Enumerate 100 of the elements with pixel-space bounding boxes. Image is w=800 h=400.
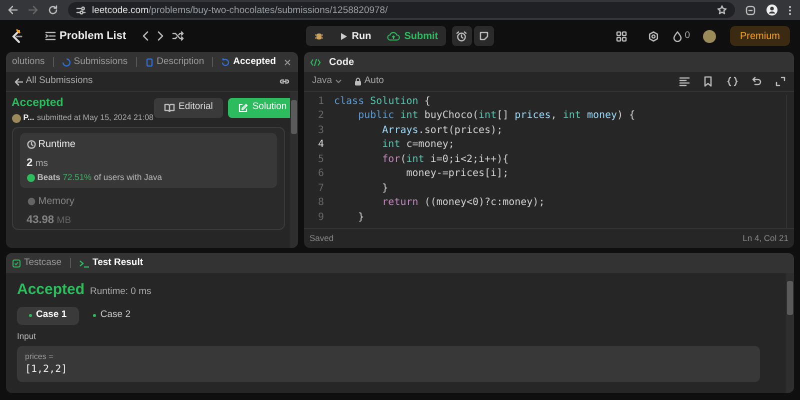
code-line: return ((money<0)?c:money); — [381, 196, 545, 210]
submission-status: Accepted — [12, 96, 64, 111]
edit-icon — [238, 102, 248, 112]
editorial-button[interactable]: Editorial — [154, 98, 223, 118]
all-submissions-link[interactable]: All Submissions — [14, 74, 93, 89]
panel-tab[interactable]: Testcase — [12, 256, 62, 270]
case-tab[interactable]: Case 1 — [17, 306, 79, 324]
parameter-value: [1,2,2] — [25, 362, 68, 376]
code-line: money-=prices[i]; — [405, 167, 509, 182]
expand-icon[interactable] — [775, 76, 786, 87]
close-icon[interactable] — [284, 58, 291, 66]
settings-icon[interactable] — [648, 30, 660, 42]
result-runtime: Runtime: 0 ms — [90, 284, 152, 298]
terminal-icon — [78, 258, 90, 268]
user-avatar — [12, 114, 20, 122]
scrollbar[interactable] — [786, 273, 794, 393]
run-button[interactable]: Run — [332, 26, 380, 46]
braces-icon[interactable] — [727, 76, 738, 87]
code-line: } — [381, 182, 388, 196]
back-icon[interactable] — [8, 5, 18, 15]
play-icon — [340, 32, 348, 40]
scrollbar[interactable] — [290, 92, 298, 248]
url-text: leetcode.com/problems/buy-two-chocolates/submissions/1258820978/ — [92, 4, 388, 18]
memory-unit: MB — [56, 214, 72, 228]
code-line: for(int i=0;i<2;i++){ — [381, 152, 509, 167]
submission-time: submitted at May 15, 2024 21:08 — [36, 112, 154, 124]
beats-text: Beats 72.51% of users with Java — [37, 171, 162, 184]
case-tab[interactable]: Case 2 — [81, 306, 142, 324]
panel-tab[interactable]: Accepted — [221, 54, 276, 70]
panel-title: Code — [329, 56, 354, 70]
extension-icon[interactable] — [745, 4, 756, 16]
status-dot-icon — [29, 314, 32, 317]
format-icon[interactable] — [679, 76, 690, 87]
code-line: } — [357, 210, 364, 225]
site-settings-icon[interactable] — [76, 6, 86, 14]
alarm-clock-icon — [456, 30, 468, 42]
parameter-name: prices = — [25, 350, 54, 362]
panel-tab[interactable]: Test Result — [78, 256, 144, 270]
line-number: 8 — [316, 196, 325, 210]
line-number: 3 — [316, 124, 325, 138]
runtime-unit: ms — [35, 156, 48, 171]
code-line: public int buyChoco(int[] prices, int money) { — [357, 109, 636, 124]
line-number: 6 — [316, 167, 325, 182]
clock-icon — [26, 140, 36, 149]
avatar[interactable] — [703, 30, 716, 42]
panel-tab[interactable]: olutions — [12, 54, 45, 70]
link-icon[interactable] — [279, 77, 290, 86]
problem-list-button[interactable]: Problem List — [36, 26, 134, 46]
streak-count: 0 — [684, 28, 690, 43]
cloud-upload-icon — [387, 31, 400, 41]
arrow-left-icon — [14, 78, 23, 86]
document-icon — [144, 58, 154, 66]
undo-icon[interactable] — [751, 76, 762, 87]
cursor-position: Ln 4, Col 21 — [742, 232, 788, 245]
code-line: int c=money; — [381, 138, 454, 152]
submit-button[interactable]: Submit — [379, 26, 446, 46]
timer-button[interactable] — [452, 26, 472, 46]
drop-icon — [672, 30, 682, 42]
line-number: 1 — [316, 94, 325, 109]
profile-icon[interactable] — [766, 4, 778, 16]
grid-icon[interactable] — [616, 30, 627, 42]
beats-icon — [26, 174, 34, 182]
url-field[interactable]: leetcode.com/problems/buy-two-chocolates/submissions/1258820978/ — [68, 2, 735, 18]
chevron-right-icon[interactable] — [157, 31, 164, 41]
line-number: 7 — [316, 182, 325, 196]
status-dot-icon — [93, 314, 96, 317]
line-number: 9 — [316, 210, 325, 225]
panel-tab[interactable]: Description — [144, 54, 204, 70]
logo-icon[interactable] — [10, 28, 23, 44]
debug-button[interactable] — [306, 26, 332, 46]
memory-icon — [26, 197, 36, 206]
checkbox-icon — [12, 258, 21, 268]
memory-value: 43.98 — [26, 213, 54, 228]
mode-label: Auto — [364, 74, 384, 88]
input-label: Input — [17, 330, 37, 343]
panel-tab[interactable]: Submissions — [62, 54, 128, 70]
note-icon — [479, 31, 490, 41]
code-icon — [310, 58, 321, 66]
code-line: class Solution { — [334, 94, 430, 109]
history-icon — [221, 58, 230, 66]
shuffle-icon[interactable] — [172, 31, 184, 41]
chevron-left-icon[interactable] — [142, 31, 150, 41]
language-dropdown[interactable]: Java — [312, 74, 342, 89]
line-number: 5 — [316, 152, 325, 167]
more-icon[interactable] — [788, 4, 792, 16]
bug-icon — [314, 31, 324, 41]
premium-button[interactable]: Premium — [730, 26, 790, 46]
line-number: 2 — [316, 109, 325, 124]
line-number: 4 — [316, 138, 325, 152]
runtime-value: 2 — [26, 156, 33, 171]
code-line: Arrays.sort(prices); — [381, 124, 503, 138]
book-icon — [164, 103, 175, 112]
caret-icon — [335, 79, 342, 84]
bookmark-icon[interactable] — [703, 76, 714, 87]
reload-icon[interactable] — [48, 5, 58, 15]
history-icon — [62, 58, 71, 66]
star-icon[interactable] — [717, 5, 727, 15]
result-status: Accepted — [17, 280, 85, 300]
notes-button[interactable] — [474, 26, 494, 46]
runtime-label: Runtime — [38, 138, 76, 152]
